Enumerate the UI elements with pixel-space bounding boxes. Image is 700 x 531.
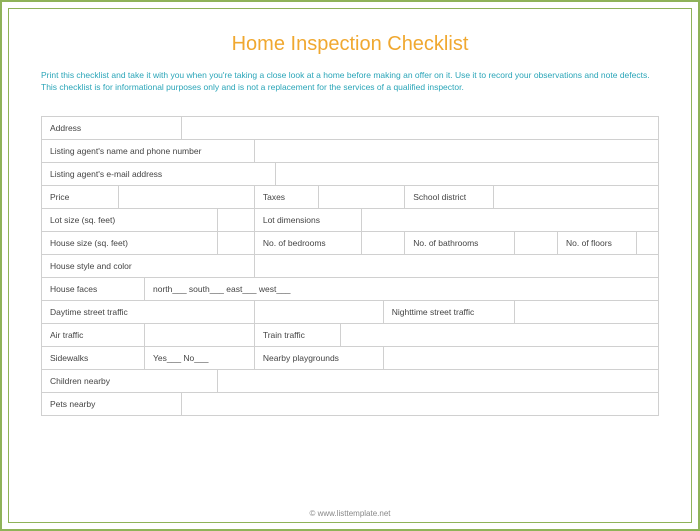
field-house-faces-options[interactable]: north___ south___ east___ west___	[145, 277, 659, 300]
field-sidewalks-options[interactable]: Yes___ No___	[145, 346, 255, 369]
label-listing-agent-email: Listing agent's e-mail address	[42, 162, 276, 185]
label-lot-size: Lot size (sq. feet)	[42, 208, 218, 231]
label-nighttime-traffic: Nighttime street traffic	[383, 300, 514, 323]
label-price: Price	[42, 185, 119, 208]
label-children-nearby: Children nearby	[42, 369, 218, 392]
field-listing-agent-name-phone[interactable]	[254, 139, 658, 162]
label-house-faces: House faces	[42, 277, 145, 300]
label-taxes: Taxes	[254, 185, 318, 208]
field-nighttime-traffic[interactable]	[515, 300, 659, 323]
label-no-bedrooms: No. of bedrooms	[254, 231, 361, 254]
label-no-bathrooms: No. of bathrooms	[405, 231, 515, 254]
label-sidewalks: Sidewalks	[42, 346, 145, 369]
label-no-floors: No. of floors	[558, 231, 637, 254]
field-listing-agent-email[interactable]	[276, 162, 659, 185]
field-pets-nearby[interactable]	[181, 392, 658, 415]
label-air-traffic: Air traffic	[42, 323, 145, 346]
label-listing-agent-name-phone: Listing agent's name and phone number	[42, 139, 255, 162]
field-no-bedrooms[interactable]	[362, 231, 405, 254]
field-no-bathrooms[interactable]	[515, 231, 558, 254]
label-daytime-traffic: Daytime street traffic	[42, 300, 255, 323]
inner-border: Home Inspection Checklist Print this che…	[8, 8, 692, 523]
table-row: Pets nearby	[42, 392, 659, 415]
table-row: Daytime street traffic Nighttime street …	[42, 300, 659, 323]
page-title: Home Inspection Checklist	[41, 33, 659, 56]
outer-border: Home Inspection Checklist Print this che…	[0, 0, 700, 531]
footer-text: © www.listtemplate.net	[9, 509, 691, 518]
label-address: Address	[42, 116, 182, 139]
table-row: House faces north___ south___ east___ we…	[42, 277, 659, 300]
intro-paragraph: Print this checklist and take it with yo…	[41, 70, 659, 94]
field-air-traffic[interactable]	[145, 323, 255, 346]
label-school-district: School district	[405, 185, 493, 208]
field-no-floors[interactable]	[637, 231, 659, 254]
field-train-traffic[interactable]	[340, 323, 658, 346]
field-price[interactable]	[119, 185, 255, 208]
field-house-size[interactable]	[218, 231, 255, 254]
field-children-nearby[interactable]	[218, 369, 659, 392]
field-school-district[interactable]	[493, 185, 658, 208]
table-row: Sidewalks Yes___ No___ Nearby playground…	[42, 346, 659, 369]
label-lot-dimensions: Lot dimensions	[254, 208, 361, 231]
table-row: Listing agent's e-mail address	[42, 162, 659, 185]
label-nearby-playgrounds: Nearby playgrounds	[254, 346, 383, 369]
table-row: Lot size (sq. feet) Lot dimensions	[42, 208, 659, 231]
label-train-traffic: Train traffic	[254, 323, 340, 346]
table-row: House style and color	[42, 254, 659, 277]
field-daytime-traffic[interactable]	[254, 300, 383, 323]
field-nearby-playgrounds[interactable]	[383, 346, 658, 369]
table-row: Listing agent's name and phone number	[42, 139, 659, 162]
checklist-table: Address Listing agent's name and phone n…	[41, 116, 659, 416]
table-row: Address	[42, 116, 659, 139]
table-row: House size (sq. feet) No. of bedrooms No…	[42, 231, 659, 254]
table-row: Children nearby	[42, 369, 659, 392]
field-address[interactable]	[181, 116, 658, 139]
table-row: Price Taxes School district	[42, 185, 659, 208]
label-pets-nearby: Pets nearby	[42, 392, 182, 415]
label-house-style-color: House style and color	[42, 254, 255, 277]
field-lot-dimensions[interactable]	[362, 208, 659, 231]
field-taxes[interactable]	[319, 185, 405, 208]
table-row: Air traffic Train traffic	[42, 323, 659, 346]
field-lot-size[interactable]	[218, 208, 255, 231]
field-house-style-color[interactable]	[254, 254, 658, 277]
label-house-size: House size (sq. feet)	[42, 231, 218, 254]
